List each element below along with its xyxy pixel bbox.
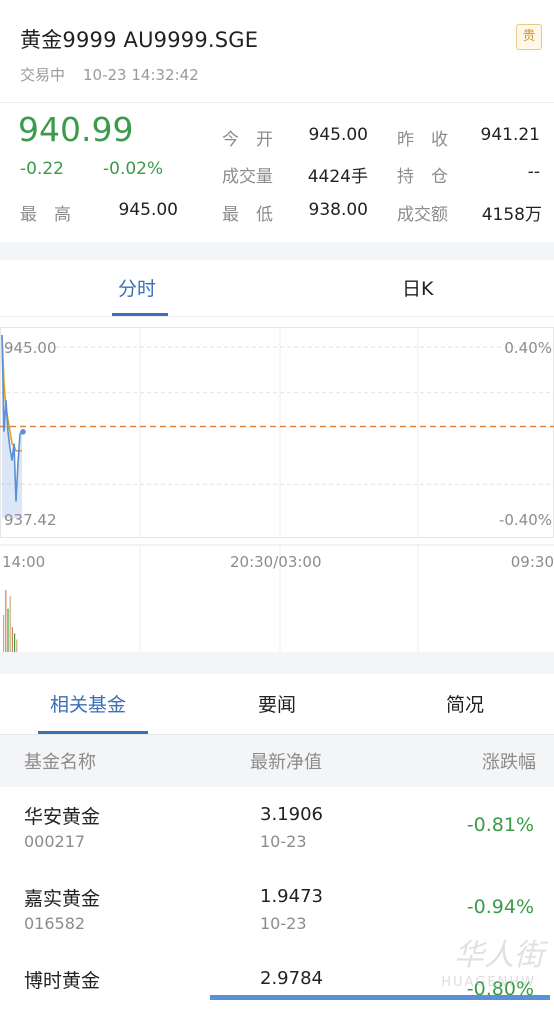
fund-nav: 2.9784: [260, 968, 323, 989]
volume-label: 成交量: [222, 167, 273, 187]
low-value: 938.00: [308, 200, 368, 220]
volume-value: 4424手: [307, 167, 368, 187]
time-label-mid: 20:30/03:00: [230, 553, 322, 571]
tab-news[interactable]: 要闻: [258, 690, 296, 717]
section-gap: [0, 242, 554, 260]
price-top-label: 945.00: [4, 339, 57, 357]
turnover-value: 4158万: [481, 205, 542, 225]
precious-metal-badge: 贵: [516, 24, 542, 50]
fund-name: 嘉实黄金: [24, 888, 101, 910]
divider: [0, 316, 554, 317]
high-label: 最 高: [20, 205, 71, 225]
watermark-logo: 华人街: [454, 938, 544, 973]
header-fund-name: 基金名称: [24, 752, 96, 773]
instrument-title: 黄金9999 AU9999.SGE: [20, 28, 259, 52]
price-change-percent: -0.02%: [103, 159, 164, 179]
header-latest-nav[interactable]: 最新净值: [250, 748, 322, 774]
pct-top-label: 0.40%: [504, 339, 552, 357]
volume-bar: [16, 639, 18, 652]
scroll-indicator: [210, 995, 550, 1000]
position-value: --: [527, 162, 540, 182]
fund-name: 博时黄金: [24, 970, 101, 992]
time-label-end: 09:30: [510, 553, 554, 571]
fund-nav-date: 10-23: [260, 914, 307, 933]
pct-bottom-label: -0.40%: [498, 511, 552, 529]
header-change[interactable]: 涨跌幅: [482, 748, 536, 774]
prev-close-value: 941.21: [480, 125, 540, 145]
last-price: 940.99: [18, 110, 134, 149]
volume-bar: [5, 590, 7, 652]
tab-overview[interactable]: 简况: [446, 690, 484, 717]
open-label: 今 开: [222, 130, 273, 150]
intraday-chart[interactable]: [0, 327, 554, 652]
volume-bar: [9, 596, 11, 652]
open-value: 945.00: [308, 125, 368, 145]
volume-bar: [7, 608, 9, 652]
tab-intraday[interactable]: 分时: [118, 274, 156, 301]
intraday-chart-svg: [0, 327, 554, 652]
fund-nav: 1.9473: [260, 886, 323, 907]
fund-name: 华安黄金: [24, 806, 101, 828]
turnover-label: 成交额: [397, 205, 448, 225]
fund-nav-date: 10-23: [260, 832, 307, 851]
latest-price-dot: [20, 429, 26, 435]
low-label: 最 低: [222, 205, 273, 225]
high-value: 945.00: [118, 200, 178, 220]
chart-frame: [0, 327, 554, 538]
tab-related-funds[interactable]: 相关基金: [50, 690, 126, 717]
section-gap: [0, 652, 554, 674]
price-change: -0.22: [20, 159, 64, 179]
price-bottom-label: 937.42: [4, 511, 57, 529]
volume-bar: [14, 633, 16, 652]
volume-bar: [3, 614, 5, 652]
divider: [0, 102, 554, 103]
volume-bar: [11, 627, 13, 652]
fund-change: -0.81%: [466, 814, 534, 836]
quote-datetime: 10-23 14:32:42: [83, 66, 199, 84]
fund-nav: 3.1906: [260, 804, 323, 825]
trade-status: 交易中: [20, 66, 66, 84]
position-label: 持 仓: [397, 167, 448, 187]
fund-change: -0.94%: [466, 896, 534, 918]
trade-status-line: 交易中 10-23 14:32:42: [20, 64, 199, 85]
watermark-text: HUAGENHW: [441, 975, 536, 990]
time-label-start: 14:00: [2, 553, 46, 571]
prev-close-label: 昨 收: [397, 130, 448, 150]
fund-row[interactable]: 华安黄金 000217 3.1906 10-23 -0.81%: [0, 788, 554, 870]
fund-code: 000217: [24, 832, 86, 851]
tab-daily-k[interactable]: 日K: [402, 274, 433, 301]
fund-code: 016582: [24, 914, 86, 933]
